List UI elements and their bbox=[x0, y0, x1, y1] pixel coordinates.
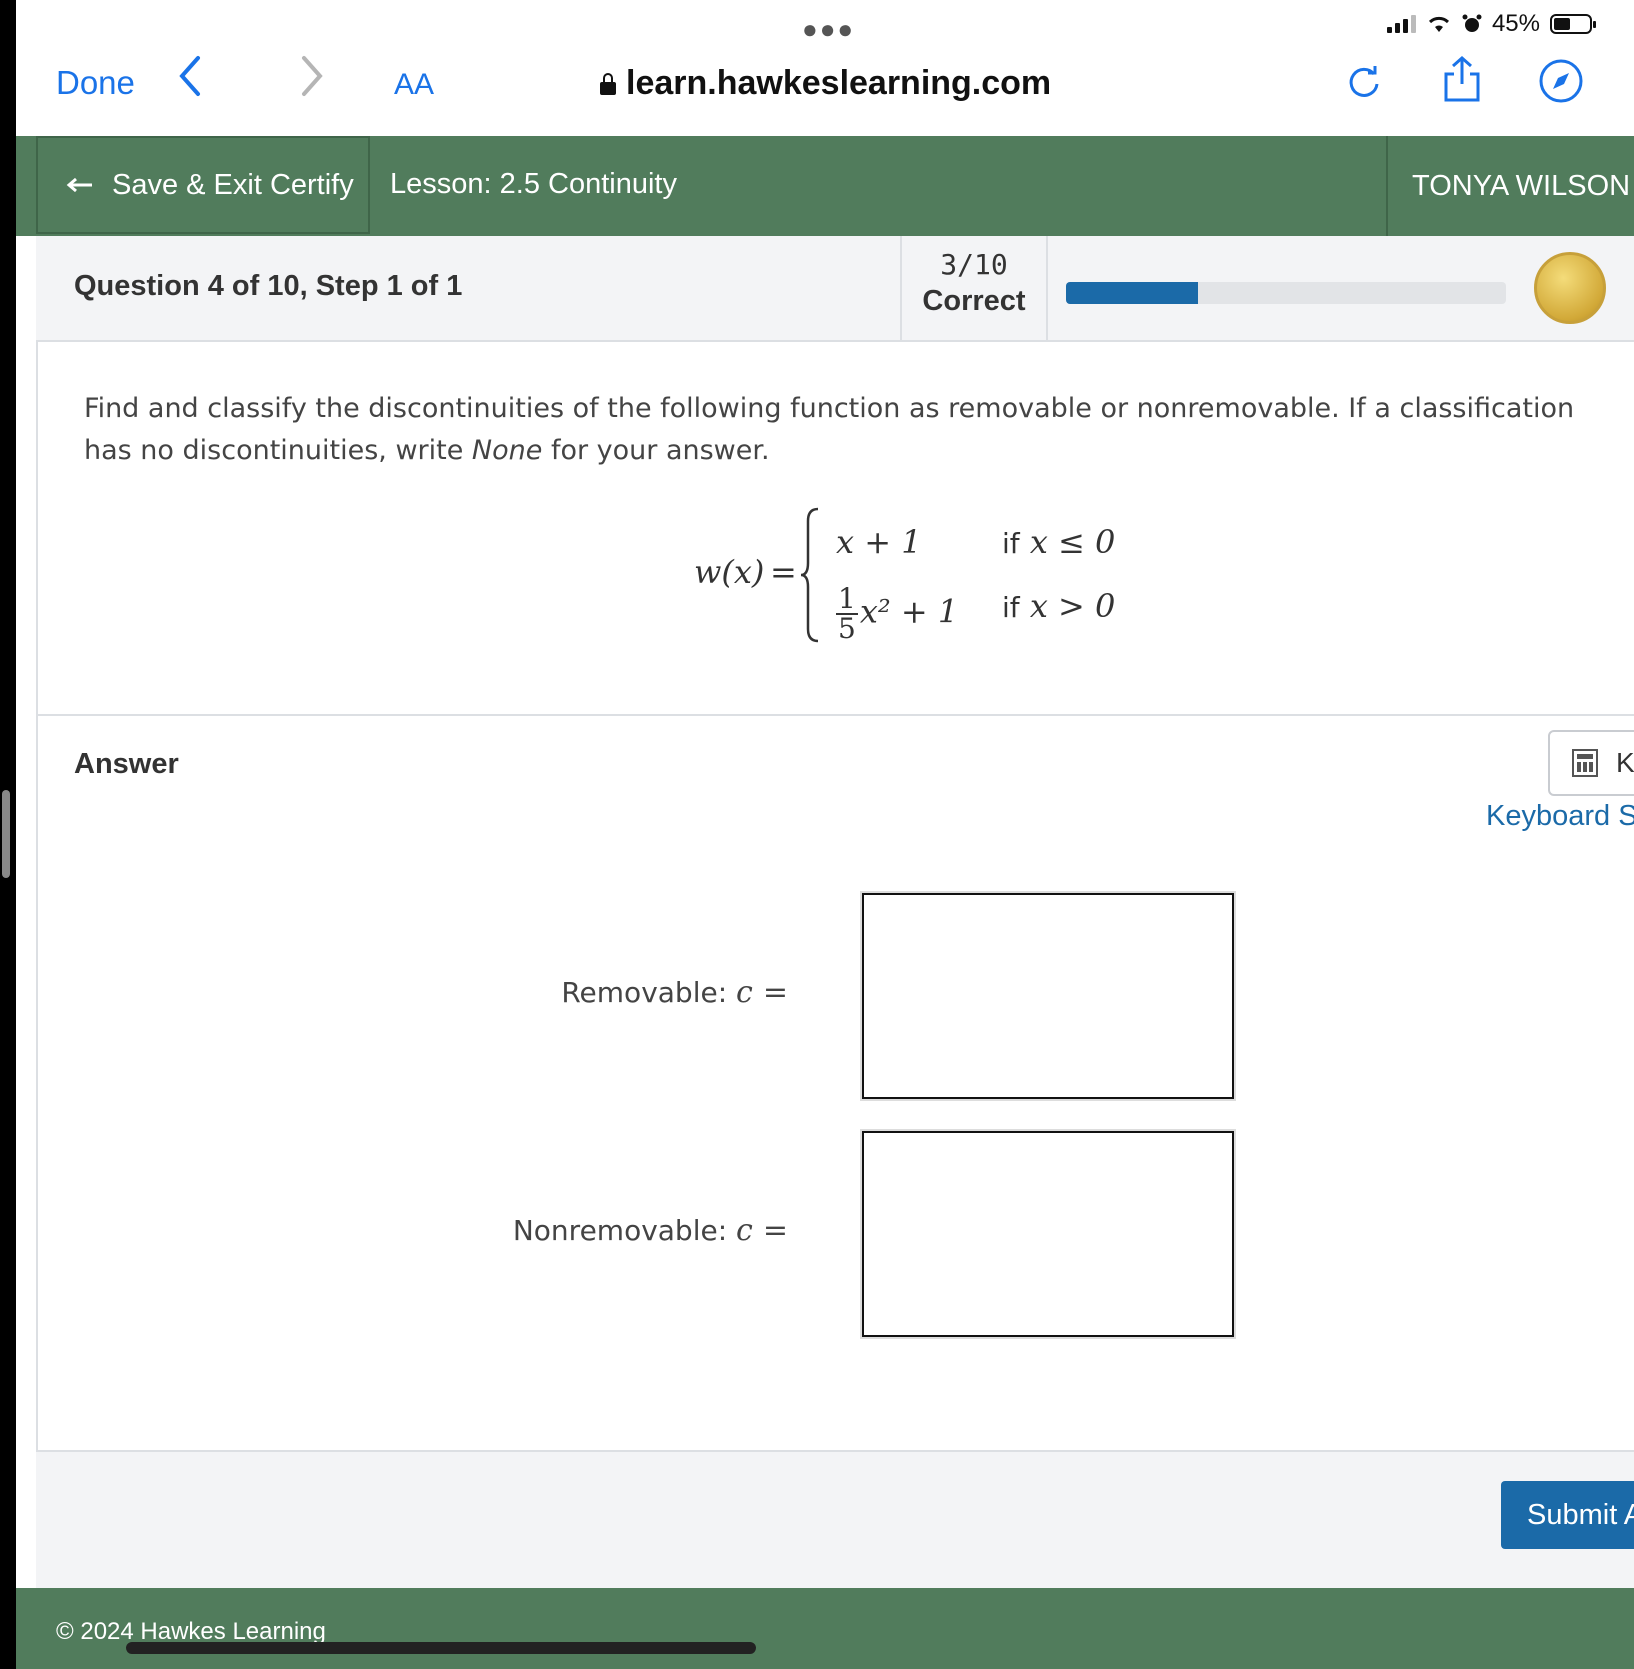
hawk-coin-icon bbox=[1534, 252, 1606, 324]
section-divider bbox=[36, 714, 1634, 716]
keyboard-shortcuts-link[interactable]: Keyboard S bbox=[1486, 800, 1634, 833]
left-brace-icon bbox=[800, 507, 819, 643]
url-text: learn.hawkeslearning.com bbox=[626, 64, 1052, 102]
done-button[interactable]: Done bbox=[56, 64, 135, 102]
lesson-title: Lesson: 2.5 Continuity bbox=[390, 168, 677, 200]
piece2-condition: if x > 0 bbox=[1002, 587, 1116, 625]
question-text: Find and classify the discontinuities of… bbox=[84, 393, 1575, 466]
compass-icon[interactable] bbox=[1538, 58, 1584, 109]
save-exit-label: Save & Exit Certify bbox=[112, 168, 354, 201]
score-label: Correct bbox=[922, 285, 1026, 317]
equals-sign: = bbox=[770, 553, 797, 591]
reload-icon[interactable] bbox=[1344, 62, 1384, 107]
browser-toolbar: Done AA learn.hawkeslearning.com bbox=[16, 50, 1634, 128]
nonremovable-label: Nonremovable: c = bbox=[512, 1213, 788, 1248]
more-dots-icon[interactable]: ●●● bbox=[802, 14, 855, 45]
battery-percent: 45% bbox=[1491, 10, 1540, 37]
nonremovable-row: Nonremovable: c = bbox=[513, 1213, 788, 1248]
nonremovable-input[interactable] bbox=[862, 1131, 1234, 1337]
score-fraction: 3/10 bbox=[940, 248, 1008, 281]
battery-icon bbox=[1550, 14, 1596, 34]
question-bar: Question 4 of 10, Step 1 of 1 3/10 Corre… bbox=[36, 236, 1634, 342]
answer-heading: Answer bbox=[74, 748, 179, 780]
home-indicator[interactable] bbox=[126, 1642, 756, 1654]
removable-input[interactable] bbox=[862, 893, 1234, 1099]
piece2-expression: 1 5 x² + 1 bbox=[836, 582, 959, 645]
score-box: 3/10 Correct bbox=[900, 236, 1048, 340]
fraction: 15 bbox=[836, 582, 858, 645]
share-icon[interactable] bbox=[1440, 54, 1484, 109]
side-grip-handle[interactable] bbox=[2, 790, 10, 878]
back-chevron-icon[interactable] bbox=[176, 54, 204, 109]
lock-icon bbox=[600, 73, 616, 95]
arrow-left-icon bbox=[66, 177, 92, 193]
screen: ●●● 45% Done AA learn.hawkeslearning.com bbox=[16, 0, 1634, 1669]
status-bar: 45% bbox=[1386, 10, 1596, 38]
forward-chevron-icon[interactable] bbox=[298, 54, 326, 109]
keypad-button-label: K bbox=[1616, 747, 1634, 778]
question-title: Question 4 of 10, Step 1 of 1 bbox=[74, 270, 463, 302]
removable-label: Removable: c = bbox=[561, 975, 788, 1010]
user-menu[interactable]: TONYA WILSON bbox=[1386, 136, 1634, 236]
wifi-icon bbox=[1428, 16, 1449, 32]
progress-fill bbox=[1066, 282, 1198, 304]
piecewise-function: w(x) = x + 1 1 5 x² + 1 if x ≤ 0 if x > 0 bbox=[690, 505, 1130, 655]
none-keyword: None bbox=[471, 435, 543, 466]
alarm-icon bbox=[1462, 14, 1482, 32]
action-bar bbox=[36, 1450, 1634, 1590]
submit-answer-button[interactable]: Submit Ar bbox=[1501, 1481, 1634, 1549]
save-exit-button[interactable]: Save & Exit Certify bbox=[36, 136, 370, 234]
piece1-expression: x + 1 bbox=[836, 523, 922, 561]
keypad-button[interactable]: K bbox=[1548, 730, 1634, 796]
progress-bar bbox=[1066, 282, 1506, 304]
app-header: Save & Exit Certify Lesson: 2.5 Continui… bbox=[16, 136, 1634, 236]
calculator-icon bbox=[1572, 749, 1598, 777]
address-bar[interactable]: learn.hawkeslearning.com bbox=[600, 64, 1051, 103]
text-size-button[interactable]: AA bbox=[394, 68, 434, 102]
removable-row: Removable: c = bbox=[561, 975, 788, 1010]
cellular-signal-icon bbox=[1386, 15, 1416, 33]
function-name: w(x) bbox=[694, 553, 765, 591]
piece1-condition: if x ≤ 0 bbox=[1002, 523, 1116, 561]
